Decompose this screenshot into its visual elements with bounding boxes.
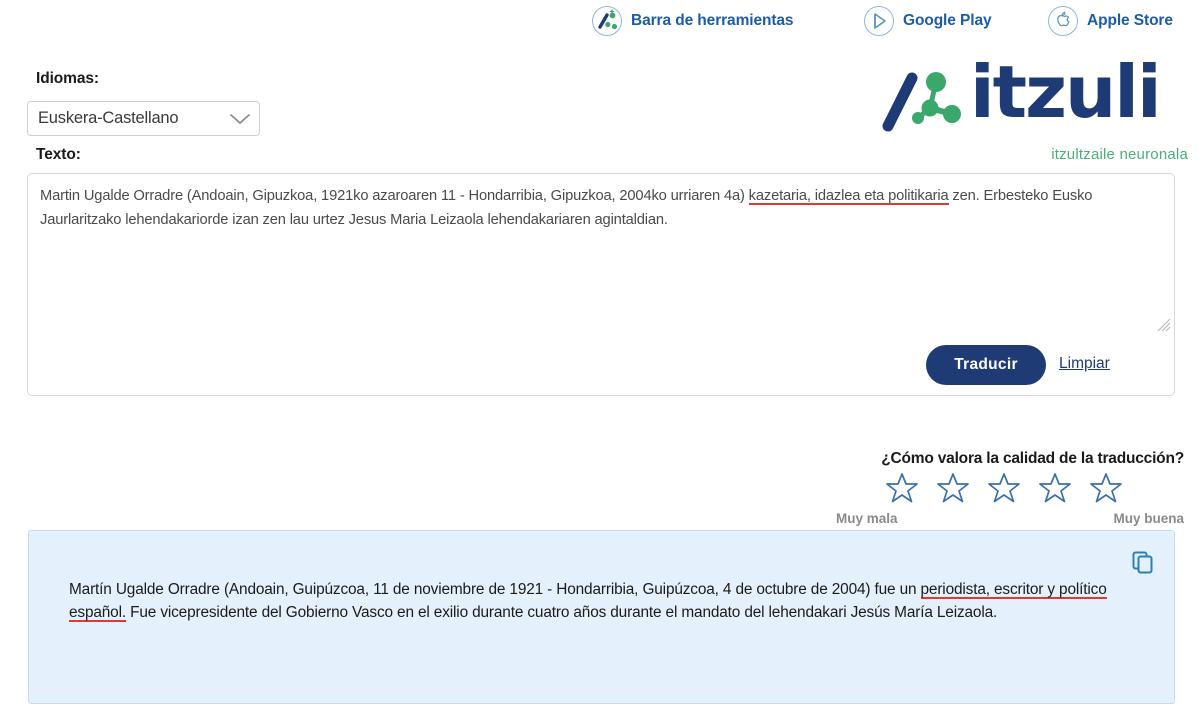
google-play-icon [864, 6, 894, 36]
google-play-link[interactable]: Google Play [864, 6, 992, 36]
star-icon-5[interactable] [1090, 472, 1122, 503]
translate-button[interactable]: Traducir [926, 345, 1046, 385]
language-pair-select[interactable]: Euskera-Castellano [27, 101, 260, 136]
star-icon-4[interactable] [1039, 472, 1071, 503]
toolbar-link-label: Barra de herramientas [631, 12, 794, 29]
source-text-segment-1: Martin Ugalde Orradre (Andoain, Gipuzkoa… [40, 188, 749, 204]
itzuli-wordmark: itzuli [970, 50, 1162, 134]
itzuli-logo-mark [882, 72, 961, 132]
star-icon-1[interactable] [886, 472, 918, 503]
copy-icon[interactable] [1130, 549, 1156, 575]
apple-store-link-label: Apple Store [1087, 12, 1173, 29]
translation-output-text: Martín Ugalde Orradre (Andoain, Guipúzco… [69, 578, 1124, 624]
star-icon-2[interactable] [937, 472, 969, 503]
text-label: Texto: [36, 146, 81, 163]
top-links-bar: Barra de herramientas Google Play Apple … [0, 0, 1200, 48]
itzuli-translator-page: Barra de herramientas Google Play Apple … [0, 0, 1200, 724]
source-text-content: Martin Ugalde Orradre (Andoain, Gipuzkoa… [40, 184, 1160, 232]
rating-question: ¿Cómo valora la calidad de la traducción… [881, 450, 1184, 467]
itzuli-toolbar-icon [592, 6, 622, 36]
rating-high-label: Muy buena [1113, 511, 1184, 526]
output-text-segment-1: Martín Ugalde Orradre (Andoain, Guipúzco… [69, 581, 921, 598]
itzuli-tagline: itzultzaile neuronala [1051, 146, 1188, 163]
star-icon-3[interactable] [988, 472, 1020, 503]
itzuli-logo: itzuli itzultzaile neuronala [874, 50, 1194, 163]
languages-label: Idiomas: [36, 70, 99, 87]
resize-grip-icon[interactable] [1157, 318, 1171, 332]
toolbar-link[interactable]: Barra de herramientas [592, 6, 794, 36]
language-pair-value: Euskera-Castellano [38, 109, 179, 127]
apple-store-link[interactable]: Apple Store [1048, 6, 1173, 36]
rating-low-label: Muy mala [836, 511, 898, 526]
translation-output-box: Martín Ugalde Orradre (Andoain, Guipúzco… [28, 530, 1175, 704]
output-text-segment-2: Fue vicepresidente del Gobierno Vasco en… [126, 604, 998, 621]
rating-stars[interactable] [886, 472, 1122, 503]
clear-link[interactable]: Limpiar [1059, 355, 1110, 373]
source-text-highlight: kazetaria, idazlea eta politikaria [748, 188, 949, 204]
google-play-link-label: Google Play [903, 12, 992, 29]
chevron-down-icon [229, 102, 259, 135]
apple-store-icon [1048, 6, 1078, 36]
